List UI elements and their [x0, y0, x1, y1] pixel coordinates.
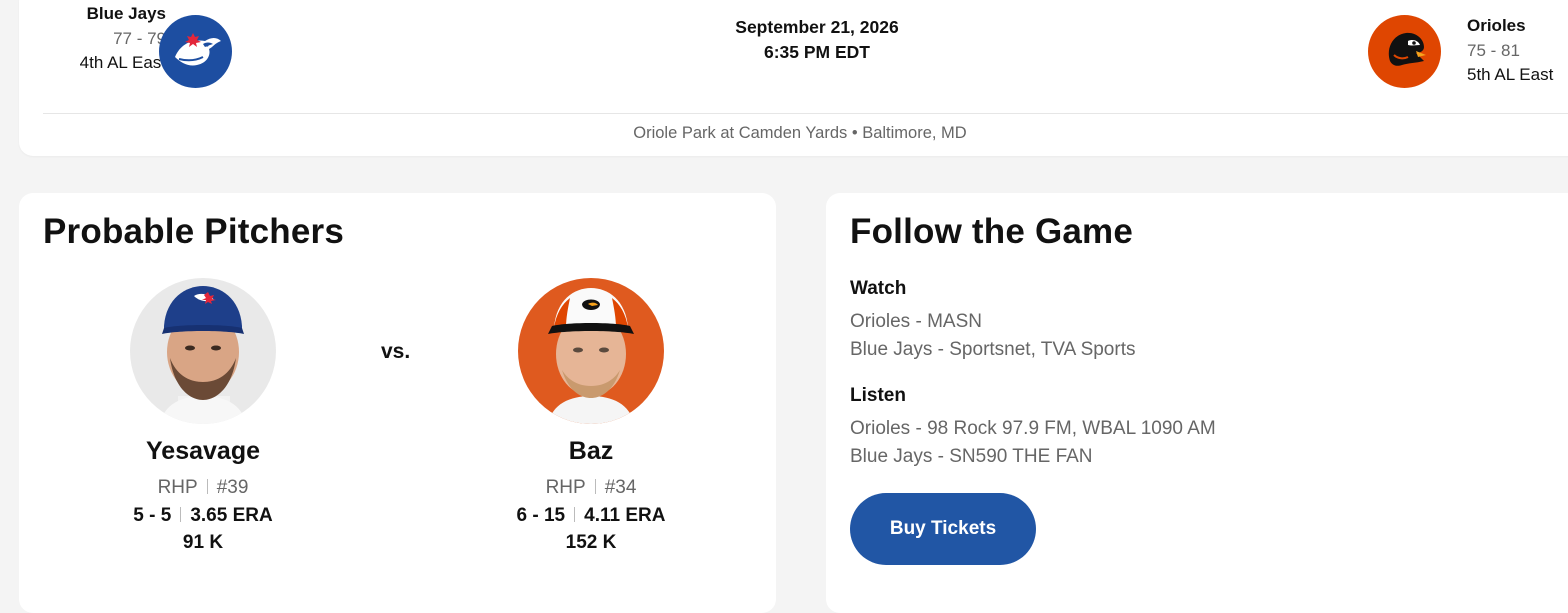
- home-pitcher-number: #34: [604, 477, 637, 498]
- away-pitcher-record-era: 5 - 5 3.65 ERA: [53, 502, 353, 530]
- away-pitcher-throws: RHP: [157, 477, 198, 498]
- home-team-name[interactable]: Orioles: [1467, 14, 1553, 39]
- orioles-logo-icon[interactable]: [1368, 15, 1441, 88]
- away-pitcher-position-number: RHP #39: [53, 474, 353, 502]
- away-pitcher[interactable]: Yesavage RHP #39 5 - 5 3.65 ERA 91 K: [53, 278, 353, 557]
- away-team-standing: 4th AL East: [79, 53, 166, 72]
- listen-label: Listen: [850, 385, 906, 406]
- away-pitcher-record: 5 - 5: [133, 504, 172, 526]
- venue-location: Oriole Park at Camden Yards • Baltimore,…: [633, 124, 967, 142]
- away-team-info[interactable]: Blue Jays 77 - 79 4th AL East: [80, 2, 166, 76]
- home-team-standing: 5th AL East: [1467, 65, 1554, 84]
- blue-jays-logo-icon[interactable]: [159, 15, 232, 88]
- home-pitcher-headshot[interactable]: [518, 278, 664, 424]
- home-pitcher-position-number: RHP #34: [441, 474, 741, 502]
- game-date: September 21, 2026: [735, 17, 899, 37]
- probable-pitchers-card: Probable Pitchers Yesavage RHP #39 5 - 5 3…: [19, 193, 776, 613]
- away-pitcher-name[interactable]: Yesavage: [53, 436, 353, 466]
- buy-tickets-button[interactable]: Buy Tickets: [850, 493, 1036, 565]
- follow-the-game-card: Follow the Game Watch Orioles - MASN Blu…: [826, 193, 1568, 613]
- listen-item-orioles: Orioles - 98 Rock 97.9 FM, WBAL 1090 AM: [850, 418, 1216, 439]
- watch-item-blue-jays: Blue Jays - Sportsnet, TVA Sports: [850, 339, 1136, 360]
- versus-label: vs.: [381, 340, 411, 363]
- home-team-record: 75 - 81: [1467, 40, 1520, 60]
- listen-list: Orioles - 98 Rock 97.9 FM, WBAL 1090 AM …: [850, 415, 1216, 471]
- home-pitcher-name[interactable]: Baz: [441, 436, 741, 466]
- away-team-name[interactable]: Blue Jays: [80, 2, 166, 27]
- separator: [574, 506, 576, 522]
- home-pitcher-throws: RHP: [545, 477, 586, 498]
- matchup-header-card: Blue Jays 77 - 79 4th AL East September …: [19, 0, 1568, 156]
- home-pitcher-record-era: 6 - 15 4.11 ERA: [441, 502, 741, 530]
- home-pitcher-era: 4.11 ERA: [584, 504, 666, 526]
- home-team-info[interactable]: Orioles 75 - 81 5th AL East: [1467, 14, 1553, 88]
- home-pitcher-strikeouts: 152 K: [565, 532, 617, 553]
- away-team-record: 77 - 79: [113, 28, 166, 48]
- separator: [206, 479, 208, 494]
- away-pitcher-strikeouts: 91 K: [182, 532, 224, 553]
- separator: [180, 506, 182, 522]
- watch-list: Orioles - MASN Blue Jays - Sportsnet, TV…: [850, 308, 1135, 364]
- game-date-time: September 21, 2026 6:35 PM EDT: [617, 15, 1017, 65]
- watch-item-orioles: Orioles - MASN: [850, 311, 982, 332]
- home-pitcher-record: 6 - 15: [516, 504, 566, 526]
- away-pitcher-era: 3.65 ERA: [190, 504, 273, 526]
- away-pitcher-headshot[interactable]: [130, 278, 276, 424]
- listen-item-blue-jays: Blue Jays - SN590 THE FAN: [850, 446, 1093, 467]
- home-pitcher[interactable]: Baz RHP #34 6 - 15 4.11 ERA 152 K: [441, 278, 741, 557]
- probable-pitchers-title: Probable Pitchers: [43, 212, 345, 251]
- watch-label: Watch: [850, 278, 907, 299]
- game-time: 6:35 PM EDT: [764, 42, 870, 62]
- header-divider: [43, 113, 1568, 114]
- away-pitcher-number: #39: [216, 477, 249, 498]
- separator: [594, 479, 596, 494]
- follow-the-game-title: Follow the Game: [850, 212, 1134, 251]
